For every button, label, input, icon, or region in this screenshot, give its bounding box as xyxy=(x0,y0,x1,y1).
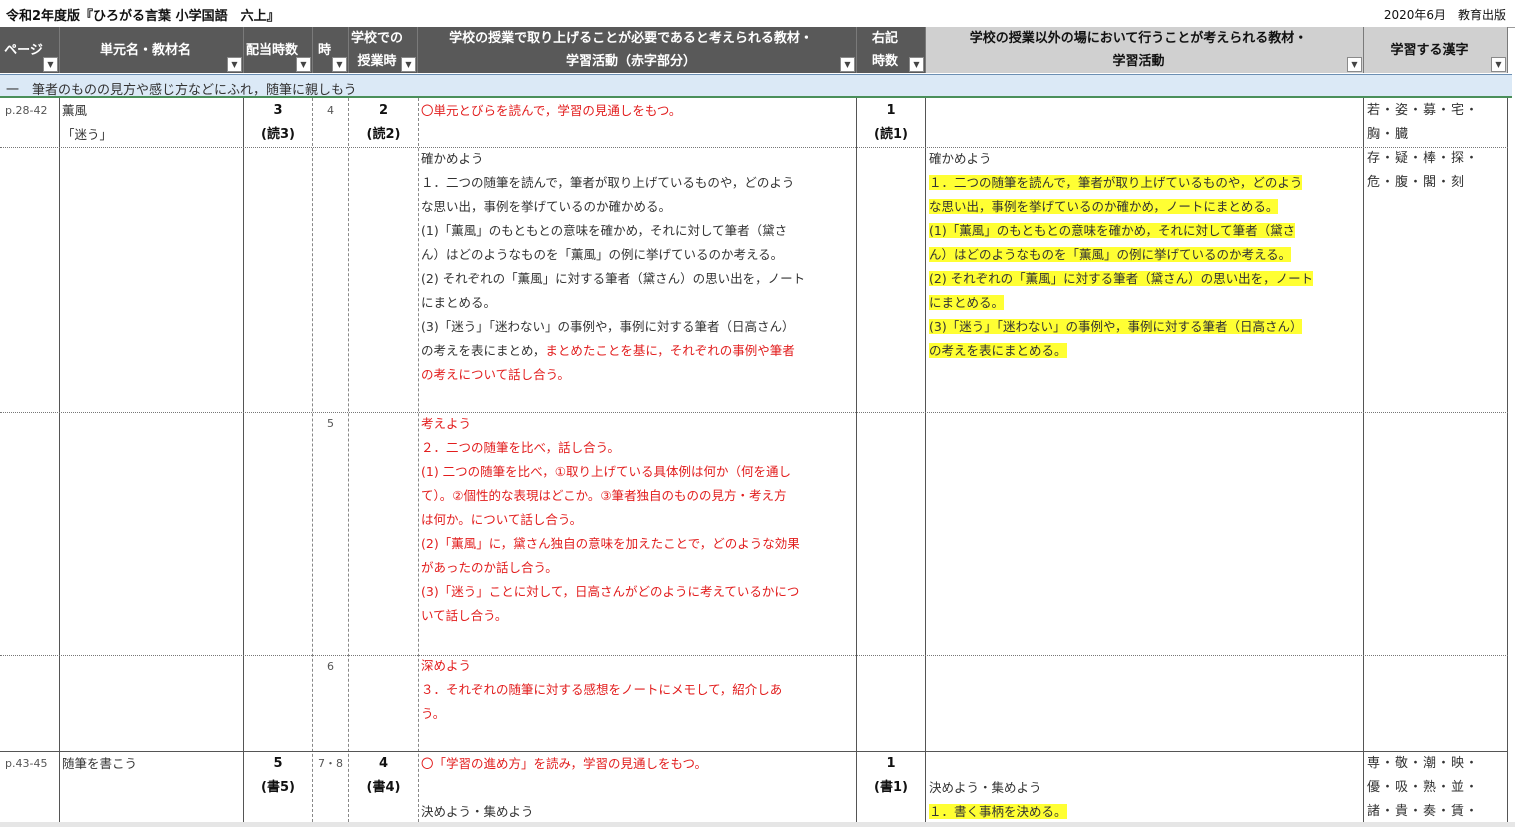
header-right-hours[interactable]: 右記 時数 ▼ xyxy=(857,27,926,73)
kanji-cell[interactable]: 若・姿・募・宅・ 胸・臓 xyxy=(1367,99,1479,147)
filter-dropdown-icon[interactable]: ▼ xyxy=(332,57,347,72)
content-cell[interactable]: 〇単元とびらを読んで，学習の見通しをもつ。 xyxy=(421,99,681,123)
filter-dropdown-icon[interactable]: ▼ xyxy=(1491,57,1506,72)
header-page[interactable]: ページ ▼ xyxy=(0,27,60,73)
outside-cell[interactable]: 確かめよう １．二つの随筆を読んで，筆者が取り上げているものや，どのよう な思い… xyxy=(929,147,1314,363)
content-cell[interactable]: 〇「学習の進め方」を読み，学習の見通しをもつ。 決めよう・集めよう xyxy=(421,752,707,824)
school-hours-cell[interactable]: 2 (読2) xyxy=(349,99,418,147)
content-cell[interactable]: 確かめよう １．二つの随筆を読んで，筆者が取り上げているものや，どのよう な思い… xyxy=(421,147,805,387)
unit-cell[interactable]: 随筆を書こう xyxy=(62,752,137,776)
school-hours-cell[interactable]: 4 (書4) xyxy=(349,752,418,800)
outside-cell[interactable]: 決めよう・集めよう １．書く事柄を決める。 xyxy=(929,776,1067,824)
header-hours[interactable]: 配当時数 ▼ xyxy=(244,27,313,73)
sheet-title: 令和2年度版『ひろがる言葉 小学国語 六上』 xyxy=(6,9,280,24)
right-hours-cell[interactable]: 1 (書1) xyxy=(857,752,925,800)
kanji-cell[interactable]: 専・敬・潮・映・ 優・吸・熟・並・ 諸・貴・奏・賃・ xyxy=(1367,752,1479,824)
header-ji[interactable]: 時 ▼ xyxy=(313,27,349,73)
publisher-label: 2020年6月 教育出版 xyxy=(1383,8,1506,22)
header-content[interactable]: 学校の授業で取り上げることが必要であると考えられる教材・ 学習活動（赤字部分） … xyxy=(418,27,857,73)
horizontal-scrollbar[interactable] xyxy=(0,822,1515,827)
header-outside[interactable]: 学校の授業以外の場において行うことが考えられる教材・ 学習活動 ▼ xyxy=(926,27,1364,73)
content-cell[interactable]: 考えよう ２．二つの随筆を比べ，話し合う。 (1) 二つの随筆を比べ，①取り上げ… xyxy=(421,412,800,628)
unit-cell[interactable]: 薫風 「迷う」 xyxy=(62,99,112,147)
filter-dropdown-icon[interactable]: ▼ xyxy=(401,57,416,72)
right-hours-cell[interactable]: 1 (読1) xyxy=(857,99,925,147)
ji-cell[interactable]: 7・8 xyxy=(318,752,343,776)
hours-cell[interactable]: 5 (書5) xyxy=(244,752,312,800)
kanji-cell[interactable]: 存・疑・棒・探・ 危・腹・閣・刻 xyxy=(1367,147,1479,195)
ji-cell[interactable]: 4 xyxy=(327,99,334,123)
hours-cell[interactable]: 3 (読3) xyxy=(244,99,312,147)
filter-dropdown-icon[interactable]: ▼ xyxy=(1347,57,1362,72)
content-cell[interactable]: 深めよう ３．それぞれの随筆に対する感想をノートにメモして，紹介しあ う。 xyxy=(421,654,782,726)
filter-dropdown-icon[interactable]: ▼ xyxy=(43,57,58,72)
filter-dropdown-icon[interactable]: ▼ xyxy=(840,57,855,72)
page-cell[interactable]: p.43-45 xyxy=(5,752,47,776)
filter-dropdown-icon[interactable]: ▼ xyxy=(296,57,311,72)
page-cell[interactable]: p.28-42 xyxy=(5,99,47,123)
ji-cell[interactable]: 6 xyxy=(327,655,334,679)
filter-dropdown-icon[interactable]: ▼ xyxy=(909,57,924,72)
header-unit[interactable]: 単元名・教材名 ▼ xyxy=(60,27,244,73)
header-school-hours[interactable]: 学校での 授業時 ▼ xyxy=(349,27,418,73)
header-kanji[interactable]: 学習する漢字 ▼ xyxy=(1364,27,1508,73)
section-row[interactable]: 一 筆者のものの見方や感じ方などにふれ，随筆に親しもう xyxy=(0,74,1512,98)
ji-cell[interactable]: 5 xyxy=(327,412,334,436)
title-bar: 令和2年度版『ひろがる言葉 小学国語 六上』 2020年6月 教育出版 xyxy=(0,0,1515,28)
filter-dropdown-icon[interactable]: ▼ xyxy=(227,57,242,72)
